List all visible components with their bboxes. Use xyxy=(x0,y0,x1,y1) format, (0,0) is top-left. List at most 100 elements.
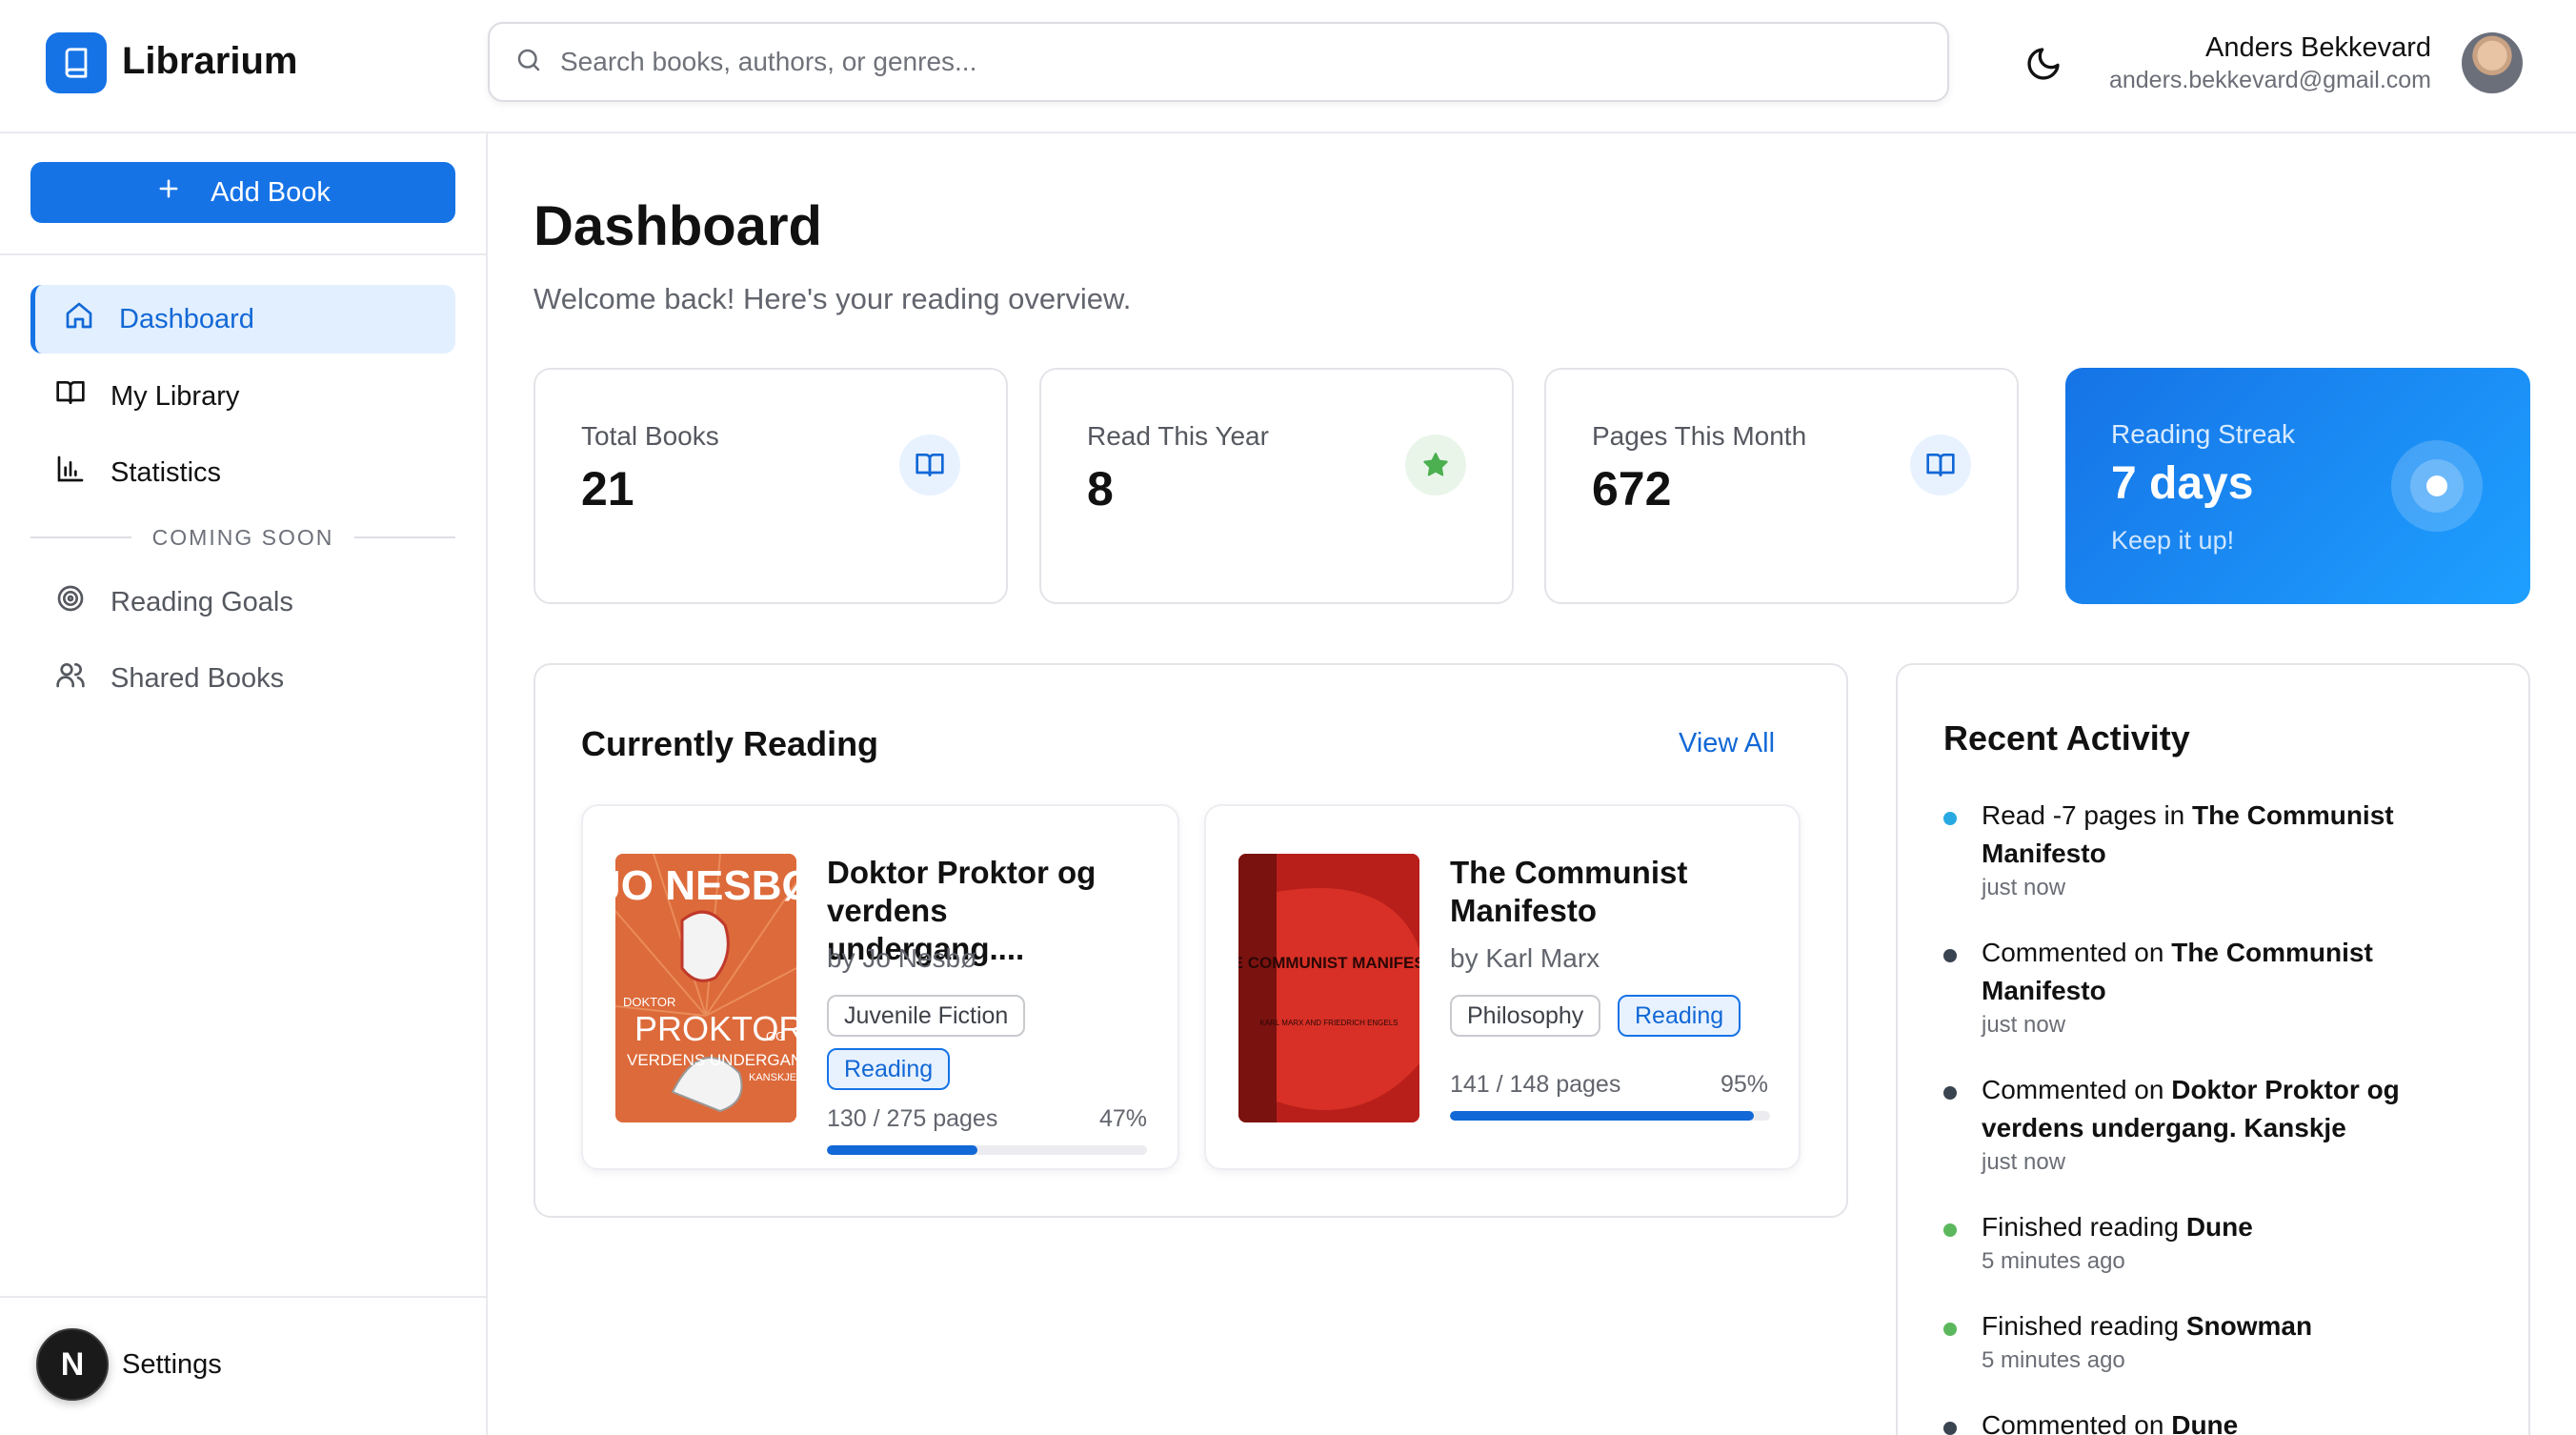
app-name[interactable]: Librarium xyxy=(122,40,297,83)
search-input[interactable] xyxy=(560,47,1894,77)
genre-tag: Philosophy xyxy=(1450,995,1601,1037)
avatar[interactable] xyxy=(2462,32,2523,93)
activity-time: 5 minutes ago xyxy=(1982,1248,2125,1274)
cover-subtitle-text: OG xyxy=(766,1029,785,1043)
sidebar-item-label: Shared Books xyxy=(111,662,285,694)
user-email: anders.bekkevard@gmail.com xyxy=(2108,67,2431,93)
progress-fill xyxy=(827,1145,977,1155)
stat-card-pages-this-month: Pages This Month 672 xyxy=(1544,368,2019,604)
percent-text: 95% xyxy=(1720,1071,1768,1098)
activity-text: Commented on xyxy=(1982,1075,2172,1104)
progress-bar xyxy=(1450,1111,1770,1121)
activity-item: Finished reading Snowman 5 minutes ago xyxy=(1943,1307,2477,1374)
activity-time: 5 minutes ago xyxy=(1982,1347,2125,1373)
plus-icon xyxy=(155,175,182,210)
page-title: Dashboard xyxy=(533,195,822,257)
activity-dot xyxy=(1943,1422,1957,1435)
sidebar-item-my-library[interactable]: My Library xyxy=(30,362,455,431)
book-author: by Karl Marx xyxy=(1450,943,1600,973)
cover-subtitle-text: DOKTOR xyxy=(623,995,675,1009)
view-all-link[interactable]: View All xyxy=(1679,728,1775,759)
activity-time: just now xyxy=(1982,875,2066,900)
activity-dot xyxy=(1943,949,1957,962)
activity-text: Commented on xyxy=(1982,938,2172,967)
activity-dot xyxy=(1943,1223,1957,1237)
book-title[interactable]: The Communist Manifesto xyxy=(1450,854,1774,930)
stat-label: Total Books xyxy=(581,421,719,451)
book-open-icon xyxy=(1910,435,1971,495)
streak-label: Reading Streak xyxy=(2111,419,2296,449)
star-icon xyxy=(1405,435,1466,495)
recent-activity-title: Recent Activity xyxy=(1943,718,2190,758)
sidebar-item-reading-goals[interactable]: Reading Goals xyxy=(30,568,455,637)
activity-item: Finished reading Dune 5 minutes ago xyxy=(1943,1208,2477,1275)
status-badge: Reading xyxy=(827,1048,951,1090)
progress-fill xyxy=(1450,1111,1755,1121)
cover-title-text: THE COMMUNIST MANIFESTO xyxy=(1238,954,1419,972)
users-icon xyxy=(55,659,86,697)
sidebar-item-label: My Library xyxy=(111,380,240,412)
activity-item: Commented on Doktor Proktor og verdens u… xyxy=(1943,1071,2477,1176)
activity-item: Commented on The Communist Manifesto jus… xyxy=(1943,934,2477,1039)
streak-value: 7 days xyxy=(2111,458,2254,509)
percent-text: 47% xyxy=(1098,1105,1147,1132)
coming-soon-divider: COMING SOON xyxy=(30,524,456,550)
add-book-label: Add Book xyxy=(211,176,331,208)
activity-item: Commented on Dune xyxy=(1943,1406,2477,1435)
activity-dot xyxy=(1943,812,1957,825)
add-book-button[interactable]: Add Book xyxy=(30,162,455,223)
cover-subtitle-text: KANSKJE xyxy=(749,1072,796,1083)
home-icon xyxy=(64,300,94,338)
activity-book-link[interactable]: Snowman xyxy=(2186,1311,2312,1341)
activity-book-link[interactable]: Dune xyxy=(2186,1212,2253,1242)
sidebar-item-dashboard[interactable]: Dashboard xyxy=(30,285,455,354)
book-open-icon xyxy=(55,377,86,415)
activity-dot xyxy=(1943,1086,1957,1100)
stat-label: Read This Year xyxy=(1087,421,1269,451)
book-card-doktor-proktor[interactable]: JO NESBØ DOKTOR PROKTOR OG VERDENS UNDER… xyxy=(581,804,1179,1170)
cover-subtitle-text: KARL MARX AND FRIEDRICH ENGELS xyxy=(1259,1019,1398,1027)
app-logo-icon[interactable] xyxy=(46,32,107,93)
stat-value: 672 xyxy=(1592,462,1672,515)
theme-toggle-button[interactable] xyxy=(2020,42,2067,90)
bar-chart-icon xyxy=(55,454,86,492)
sidebar-item-statistics[interactable]: Statistics xyxy=(30,438,455,507)
target-icon xyxy=(55,583,86,621)
cover-author-text: JO NESBØ xyxy=(615,862,796,909)
page-subtitle: Welcome back! Here's your reading overvi… xyxy=(533,282,1132,315)
sidebar-item-shared-books[interactable]: Shared Books xyxy=(30,644,455,713)
activity-time: just now xyxy=(1982,1012,2066,1038)
progress-bar xyxy=(827,1145,1147,1155)
settings-divider xyxy=(0,1296,486,1298)
sidebar-item-label: Statistics xyxy=(111,456,222,488)
sidebar-item-label: Reading Goals xyxy=(111,586,293,617)
activity-dot xyxy=(1943,1323,1957,1336)
cover-subtitle-text: VERDENS UNDERGANG. xyxy=(627,1051,796,1069)
coming-soon-label: COMING SOON xyxy=(151,524,334,550)
search-bar[interactable] xyxy=(488,22,1949,102)
stat-card-reading-streak: Reading Streak 7 days Keep it up! xyxy=(2065,368,2530,604)
status-badge: Reading xyxy=(1618,995,1741,1037)
activity-text: Commented on xyxy=(1982,1410,2172,1435)
streak-indicator-icon xyxy=(2391,440,2483,532)
activity-text: Read -7 pages in xyxy=(1982,800,2193,830)
activity-text: Finished reading xyxy=(1982,1311,2186,1341)
stat-card-total-books: Total Books 21 xyxy=(533,368,1008,604)
sidebar-item-label: Dashboard xyxy=(119,303,254,334)
settings-link[interactable]: Settings xyxy=(122,1349,222,1381)
book-cover[interactable]: JO NESBØ DOKTOR PROKTOR OG VERDENS UNDER… xyxy=(615,854,796,1122)
book-cover[interactable]: THE COMMUNIST MANIFESTO KARL MARX AND FR… xyxy=(1238,854,1419,1122)
genre-tag: Juvenile Fiction xyxy=(827,995,1026,1037)
activity-item: Read -7 pages in The Communist Manifesto… xyxy=(1943,797,2477,901)
book-author: by Jo Nesbø xyxy=(827,943,977,973)
stat-value: 8 xyxy=(1087,462,1114,515)
stat-label: Pages This Month xyxy=(1592,421,1807,451)
currently-reading-title: Currently Reading xyxy=(581,724,879,763)
book-card-communist-manifesto[interactable]: THE COMMUNIST MANIFESTO KARL MARX AND FR… xyxy=(1204,804,1801,1170)
book-open-icon xyxy=(899,435,960,495)
settings-badge[interactable]: N xyxy=(36,1328,109,1401)
activity-book-link[interactable]: Dune xyxy=(2171,1410,2238,1435)
moon-icon xyxy=(2024,45,2063,88)
activity-text: Finished reading xyxy=(1982,1212,2186,1242)
stat-value: 21 xyxy=(581,462,634,515)
